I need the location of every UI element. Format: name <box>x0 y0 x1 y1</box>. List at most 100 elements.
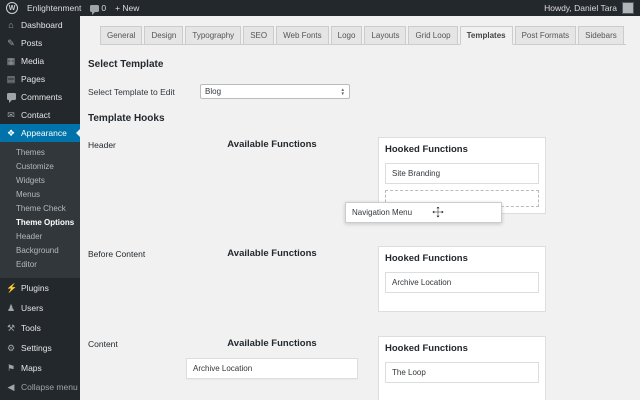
dashboard-icon: ⌂ <box>8 19 14 30</box>
submenu-item-editor[interactable]: Editor <box>0 257 80 271</box>
sidebar-item-label: Maps <box>21 363 42 373</box>
dragging-item[interactable]: Navigation Menu <box>345 202 502 223</box>
sidebar-item-maps[interactable]: ⚑ Maps <box>0 358 80 378</box>
tab-post-formats[interactable]: Post Formats <box>514 26 577 45</box>
submenu-item-theme-check[interactable]: Theme Check <box>0 201 80 215</box>
tab-layouts[interactable]: Layouts <box>364 26 407 45</box>
sidebar-item-label: Dashboard <box>21 20 63 30</box>
appearance-submenu: Themes Customize Widgets Menus Theme Che… <box>0 142 80 278</box>
tab-seo[interactable]: SEO <box>243 26 275 45</box>
sidebar-item-label: Posts <box>21 38 43 48</box>
admin-bar: W Enlightenment 0 + New Howdy, Daniel Ta… <box>0 0 640 16</box>
users-icon: ♟ <box>6 302 16 313</box>
hooked-functions-title: Hooked Functions <box>385 343 468 354</box>
sidebar-item-comments[interactable]: Comments <box>0 88 80 106</box>
comments-icon <box>6 92 16 103</box>
collapse-menu-label: Collapse menu <box>21 382 78 392</box>
submenu-item-widgets[interactable]: Widgets <box>0 173 80 187</box>
hooked-functions-box: Hooked Functions The Loop <box>378 336 546 400</box>
submenu-item-header[interactable]: Header <box>0 229 80 243</box>
admin-sidebar: ⌂ Dashboard ✎ Posts ▦ Media ▤ Pages Comm… <box>0 16 80 400</box>
collapse-arrow-icon: ◀ <box>7 381 15 392</box>
sidebar-item-label: Comments <box>21 92 63 102</box>
comments-count: 0 <box>101 3 107 13</box>
hooked-function-item[interactable]: Archive Location <box>385 272 539 293</box>
sidebar-item-media[interactable]: ▦ Media <box>0 52 80 70</box>
plugins-icon: ⚡ <box>6 282 18 293</box>
submenu-item-themes[interactable]: Themes <box>0 145 80 159</box>
template-select-value: Blog <box>205 87 222 96</box>
available-function-item[interactable]: Archive Location <box>186 358 358 379</box>
admin-bar-comments[interactable]: 0 <box>90 3 107 15</box>
tab-logo[interactable]: Logo <box>330 26 363 45</box>
move-cursor-icon <box>432 206 444 218</box>
hook-section-before-content: Before Content Available Functions Hooke… <box>88 246 626 312</box>
wordpress-admin: { "colors": { "admin_accent": "#0073aa",… <box>0 0 640 400</box>
tab-typography[interactable]: Typography <box>185 26 242 45</box>
maps-icon: ⚑ <box>6 362 16 373</box>
hooked-function-item[interactable]: The Loop <box>385 362 539 383</box>
hooked-function-item[interactable]: Site Branding <box>385 163 539 184</box>
sidebar-item-label: Plugins <box>21 283 49 293</box>
available-functions-title: Available Functions <box>227 338 317 349</box>
available-functions-title: Available Functions <box>227 139 317 150</box>
hook-section-label: Before Content <box>88 249 146 259</box>
hooked-functions-title: Hooked Functions <box>385 253 468 264</box>
hook-section-label: Header <box>88 140 116 150</box>
sidebar-item-label: Tools <box>21 323 41 333</box>
sidebar-item-appearance[interactable]: ❖ Appearance <box>0 124 80 142</box>
contact-icon: ✉ <box>7 109 15 120</box>
hooked-functions-box: Hooked Functions Archive Location <box>378 246 546 312</box>
new-content-button[interactable]: + New <box>115 3 139 13</box>
hook-section-label: Content <box>88 339 118 349</box>
select-arrows-icon: ▲ ▼ <box>340 87 345 96</box>
tab-web-fonts[interactable]: Web Fonts <box>276 26 329 45</box>
sidebar-item-users[interactable]: ♟ Users <box>0 298 80 318</box>
available-functions-column: Available Functions <box>186 137 358 150</box>
media-icon: ▦ <box>6 55 16 66</box>
submenu-item-background[interactable]: Background <box>0 243 80 257</box>
template-hooks-heading: Template Hooks <box>88 113 165 124</box>
posts-icon: ✎ <box>7 37 15 48</box>
tab-templates[interactable]: Templates <box>459 26 513 45</box>
howdy-account-link[interactable]: Howdy, Daniel Tara <box>544 3 617 13</box>
sidebar-item-label: Contact <box>21 110 51 120</box>
site-name-link[interactable]: Enlightenment <box>27 3 81 13</box>
comments-bubble-icon <box>90 4 100 15</box>
submenu-item-menus[interactable]: Menus <box>0 187 80 201</box>
sidebar-item-settings[interactable]: ⚙ Settings <box>0 338 80 358</box>
select-template-heading: Select Template <box>88 59 164 70</box>
sidebar-item-plugins[interactable]: ⚡ Plugins <box>0 278 80 298</box>
select-template-label: Select Template to Edit <box>88 86 175 97</box>
sidebar-item-contact[interactable]: ✉ Contact <box>0 106 80 124</box>
tab-sidebars[interactable]: Sidebars <box>578 26 624 45</box>
sidebar-item-label: Settings <box>21 343 52 353</box>
collapse-menu-button[interactable]: ◀ Collapse menu <box>0 378 80 396</box>
submenu-item-theme-options[interactable]: Theme Options <box>0 215 80 229</box>
avatar[interactable] <box>622 2 634 14</box>
hook-section-content: Content Available Functions Archive Loca… <box>88 336 626 400</box>
submenu-item-customize[interactable]: Customize <box>0 159 80 173</box>
sidebar-item-dashboard[interactable]: ⌂ Dashboard <box>0 16 80 34</box>
sidebar-item-pages[interactable]: ▤ Pages <box>0 70 80 88</box>
sidebar-item-posts[interactable]: ✎ Posts <box>0 34 80 52</box>
sidebar-item-tools[interactable]: ⚒ Tools <box>0 318 80 338</box>
current-menu-arrow <box>72 129 80 137</box>
settings-icon: ⚙ <box>6 342 16 353</box>
tab-general[interactable]: General <box>100 26 143 45</box>
theme-options-tabs: General Design Typography SEO Web Fonts … <box>100 26 626 45</box>
hooked-functions-title: Hooked Functions <box>385 144 468 155</box>
tab-design[interactable]: Design <box>144 26 184 45</box>
tab-grid-loop[interactable]: Grid Loop <box>408 26 458 45</box>
template-select[interactable]: Blog ▲ ▼ <box>200 84 350 99</box>
sidebar-item-label: Media <box>21 56 45 66</box>
sidebar-item-label: Pages <box>21 74 46 84</box>
sidebar-item-label: Appearance <box>21 128 67 138</box>
available-functions-column: Available Functions Archive Location <box>186 336 358 379</box>
wordpress-logo-icon[interactable]: W <box>6 2 18 14</box>
available-functions-column: Available Functions <box>186 246 358 259</box>
tools-icon: ⚒ <box>6 322 16 333</box>
select-template-row: Select Template to Edit Blog ▲ ▼ <box>88 84 626 99</box>
available-functions-title: Available Functions <box>227 248 317 259</box>
appearance-icon: ❖ <box>6 127 16 138</box>
